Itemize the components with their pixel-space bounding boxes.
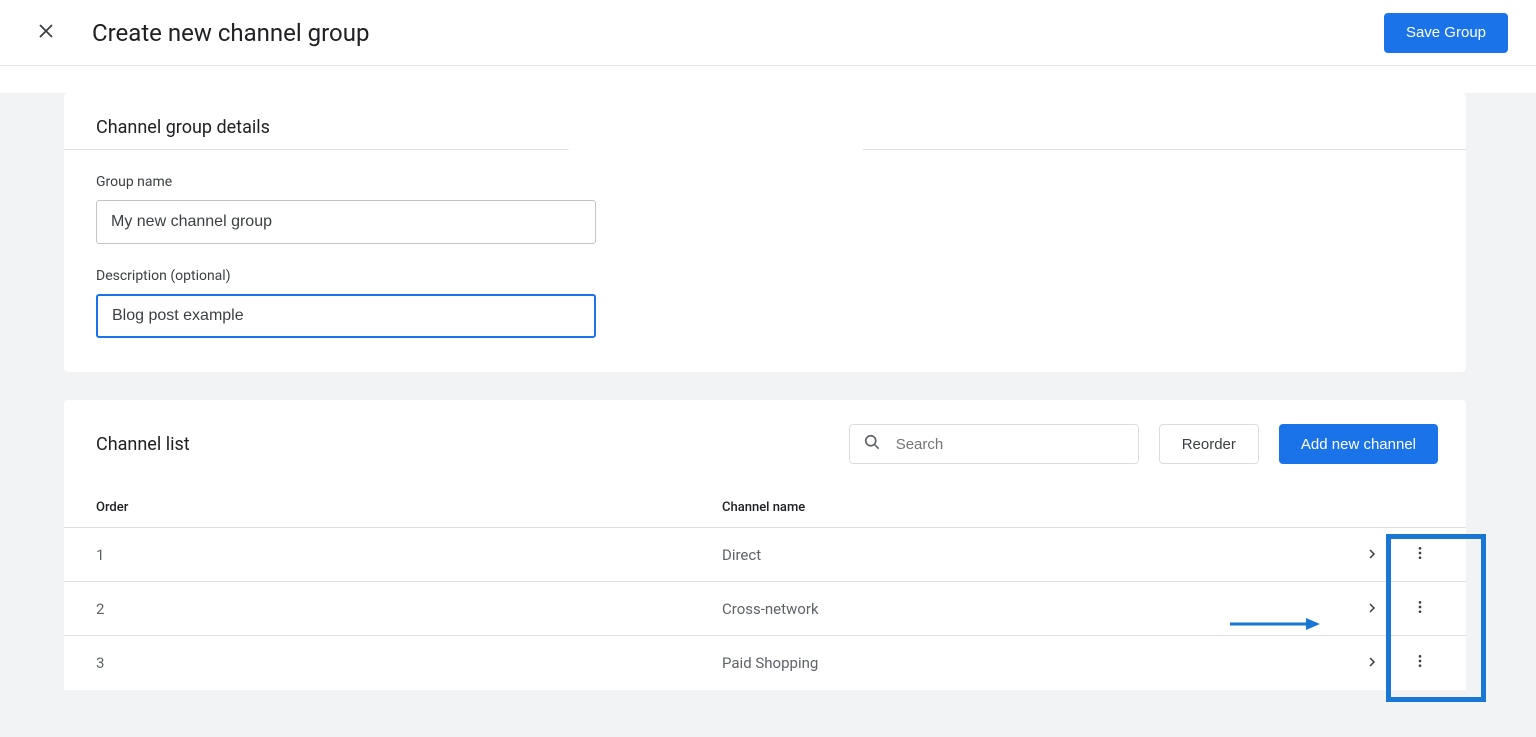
channel-group-details-card: Channel group details Group name Descrip…	[64, 93, 1466, 372]
save-group-button[interactable]: Save Group	[1384, 13, 1508, 53]
expand-row-button[interactable]	[1360, 651, 1384, 675]
row-menu-button[interactable]	[1408, 543, 1432, 567]
chevron-right-icon	[1366, 654, 1378, 672]
channel-list-title: Channel list	[96, 434, 190, 455]
description-field: Description (optional)	[96, 268, 1438, 338]
cell-order: 1	[92, 546, 722, 564]
table-header: Order Channel name	[64, 488, 1466, 528]
cell-order: 2	[92, 600, 722, 618]
row-actions	[1360, 651, 1438, 675]
more-vert-icon	[1412, 599, 1428, 619]
table-row: 3 Paid Shopping	[64, 636, 1466, 690]
table-row: 1 Direct	[64, 528, 1466, 582]
close-button[interactable]	[28, 15, 64, 51]
top-bar: Create new channel group Save Group	[0, 0, 1536, 66]
cell-name: Direct	[722, 546, 1360, 564]
more-vert-icon	[1412, 545, 1428, 565]
page-title: Create new channel group	[92, 19, 369, 47]
group-name-input[interactable]	[96, 200, 596, 244]
details-section-title: Channel group details	[96, 117, 1438, 138]
row-actions	[1360, 597, 1438, 621]
chevron-right-icon	[1366, 546, 1378, 564]
cell-name: Paid Shopping	[722, 654, 1360, 672]
col-name-header: Channel name	[722, 500, 1438, 515]
description-input[interactable]	[96, 294, 596, 338]
cell-name: Cross-network	[722, 600, 1360, 618]
description-label: Description (optional)	[96, 268, 1438, 284]
col-order-header: Order	[92, 500, 722, 515]
chevron-right-icon	[1366, 600, 1378, 618]
search-box[interactable]	[849, 424, 1139, 464]
row-menu-button[interactable]	[1408, 597, 1432, 621]
search-icon	[862, 432, 882, 456]
channel-list-tools: Reorder Add new channel	[849, 424, 1438, 464]
search-input[interactable]	[894, 435, 1126, 454]
reorder-button[interactable]: Reorder	[1159, 424, 1259, 464]
cell-order: 3	[92, 654, 722, 672]
table-row: 2 Cross-network	[64, 582, 1466, 636]
channel-list-card: Channel list Reorder Add new channel Ord…	[64, 400, 1466, 690]
group-name-label: Group name	[96, 174, 1438, 190]
close-icon	[37, 22, 55, 44]
add-new-channel-button[interactable]: Add new channel	[1279, 424, 1438, 464]
expand-row-button[interactable]	[1360, 543, 1384, 567]
channel-table: Order Channel name 1 Direct 2 Cross-netw…	[64, 488, 1466, 690]
more-vert-icon	[1412, 653, 1428, 673]
row-actions	[1360, 543, 1438, 567]
group-name-field: Group name	[96, 174, 1438, 244]
expand-row-button[interactable]	[1360, 597, 1384, 621]
channel-list-header: Channel list Reorder Add new channel	[64, 424, 1466, 488]
content-area: Channel group details Group name Descrip…	[0, 93, 1536, 737]
top-bar-left: Create new channel group	[28, 15, 369, 51]
row-menu-button[interactable]	[1408, 651, 1432, 675]
